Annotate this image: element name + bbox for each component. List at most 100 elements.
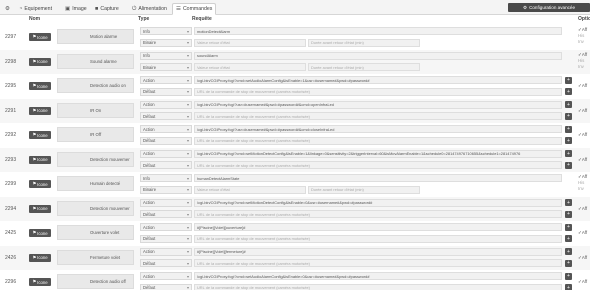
subtype-select[interactable]: Défaut [140, 259, 192, 267]
tab-capture[interactable]: ■ Capture [92, 3, 122, 15]
subtype-select[interactable]: Défaut [140, 87, 192, 96]
request-input[interactable]: /cgi-bin/CGIProxy.fcgi?cmd=setMotionDete… [194, 149, 562, 158]
advanced-config-button[interactable]: ⚙ Configuration avancée [508, 3, 590, 12]
option-show[interactable]: ✓Aff [578, 206, 587, 212]
command-name-input[interactable]: Sound alarme [57, 53, 134, 69]
option-show[interactable]: ✓Aff [578, 108, 587, 114]
option-show[interactable]: ✓Aff [578, 83, 587, 89]
subtype-select[interactable]: Défaut [140, 161, 192, 169]
add-request-button[interactable]: + [565, 272, 572, 280]
tab-image[interactable]: ▣ Image [62, 3, 90, 15]
stop-url-input[interactable]: URL de la commande de stop de mouvement … [194, 283, 562, 290]
add-stop-url-button[interactable]: + [565, 137, 572, 144]
type-select[interactable]: Action [140, 247, 192, 256]
return-state-value-input[interactable]: Valeur retour d'état [194, 38, 306, 47]
subtype-select[interactable]: Défaut [140, 210, 192, 218]
request-input[interactable]: /cgi-bin/CGIProxy.fcgi?usr=#username#&pw… [194, 125, 562, 133]
request-input[interactable]: /cgi-bin/CGIProxy.fcgi?cmd=setMotionDete… [194, 198, 562, 207]
option-historize[interactable]: His [578, 58, 584, 63]
command-name-input[interactable]: Fermeture volet [57, 249, 134, 265]
type-select[interactable]: Action [140, 223, 192, 231]
add-stop-url-button[interactable]: + [565, 235, 572, 242]
stop-url-input[interactable]: URL de la commande de stop de mouvement … [194, 210, 562, 218]
option-show[interactable]: ✓Aff [578, 132, 587, 138]
add-request-button[interactable]: + [565, 199, 572, 206]
add-request-button[interactable]: + [565, 150, 572, 157]
request-input[interactable]: #[Piscine][Volet][ouverture]# [194, 223, 562, 231]
choose-icon-button[interactable]: ⚑ Icone [29, 131, 51, 139]
choose-icon-button[interactable]: ⚑ Icone [29, 33, 51, 41]
type-select[interactable]: Action [140, 125, 192, 133]
type-select[interactable]: Info [140, 174, 192, 182]
add-stop-url-button[interactable]: + [565, 284, 572, 290]
option-invert[interactable]: Inv [578, 64, 584, 69]
option-show[interactable]: ✓Aff [578, 255, 587, 261]
choose-icon-button[interactable]: ⚑ Icone [29, 82, 51, 90]
command-name-input[interactable]: Ouverture volet [57, 225, 134, 240]
add-request-button[interactable]: + [565, 101, 572, 108]
subtype-select[interactable]: Défaut [140, 234, 192, 243]
stop-url-input[interactable]: URL de la commande de stop de mouvement … [194, 136, 562, 145]
command-name-input[interactable]: IR On [57, 102, 134, 118]
stop-url-input[interactable]: URL de la commande de stop de mouvement … [194, 87, 562, 96]
command-name-input[interactable]: Humain detecté [57, 176, 134, 191]
option-historize[interactable]: His [578, 33, 584, 38]
command-name-input[interactable]: Motion alarme [57, 29, 134, 44]
subtype-select[interactable]: Binaire [140, 38, 192, 47]
subtype-select[interactable]: Défaut [140, 112, 192, 120]
command-name-input[interactable]: IR Off [57, 127, 134, 142]
subtype-select[interactable]: Binaire [140, 63, 192, 71]
stop-url-input[interactable]: URL de la commande de stop de mouvement … [194, 161, 562, 169]
add-stop-url-button[interactable]: + [565, 112, 572, 120]
stop-url-input[interactable]: URL de la commande de stop de mouvement … [194, 112, 562, 120]
command-name-input[interactable]: Detection audio off [57, 274, 134, 289]
stop-url-input[interactable]: URL de la commande de stop de mouvement … [194, 234, 562, 243]
tab-commandes[interactable]: ☰ Commandes [172, 3, 217, 15]
tab-alimentation[interactable]: ⏻ Alimentation [129, 3, 170, 15]
choose-icon-button[interactable]: ⚑ Icone [29, 57, 51, 66]
option-invert[interactable]: Inv [578, 186, 584, 191]
add-stop-url-button[interactable]: + [565, 210, 572, 218]
return-state-duration-input[interactable]: Durée avant retour d'état (min) [308, 185, 420, 194]
stop-url-input[interactable]: URL de la commande de stop de mouvement … [194, 259, 562, 267]
request-input[interactable]: soundAlarm [194, 51, 562, 60]
request-input[interactable]: /cgi-bin/CGIProxy.fcgi?usr=#username#&pw… [194, 100, 562, 109]
command-name-input[interactable]: Detection audio on [57, 78, 134, 93]
add-request-button[interactable]: + [565, 223, 572, 231]
type-select[interactable]: Info [140, 27, 192, 35]
type-select[interactable]: Action [140, 100, 192, 109]
choose-icon-button[interactable]: ⚑ Icone [29, 180, 51, 188]
tab-equipement[interactable]: ◔ Equipement [16, 3, 55, 15]
request-input[interactable]: humanDetectAlarmState [194, 174, 562, 182]
add-request-button[interactable]: + [565, 125, 572, 133]
choose-icon-button[interactable]: ⚑ Icone [29, 155, 51, 164]
subtype-select[interactable]: Défaut [140, 136, 192, 145]
request-input[interactable]: motionDetectAlarm [194, 27, 562, 35]
command-name-input[interactable]: Detection mouvemer [57, 151, 134, 167]
subtype-select[interactable]: Défaut [140, 283, 192, 290]
choose-icon-button[interactable]: ⚑ Icone [29, 278, 51, 286]
return-state-duration-input[interactable]: Durée avant retour d'état (min) [308, 63, 420, 71]
type-select[interactable]: Action [140, 272, 192, 280]
request-input[interactable]: /cgi-bin/CGIProxy.fcgi?cmd=setAudioAlarm… [194, 272, 562, 280]
add-request-button[interactable]: + [565, 76, 572, 84]
choose-icon-button[interactable]: ⚑ Icone [29, 229, 51, 237]
request-input[interactable]: #[Piscine][Volet][fermeture]# [194, 247, 562, 256]
option-show[interactable]: ✓Aff [578, 230, 587, 236]
command-name-input[interactable]: Detection mouvemer [57, 200, 134, 216]
choose-icon-button[interactable]: ⚑ Icone [29, 204, 51, 213]
type-select[interactable]: Action [140, 76, 192, 84]
option-show[interactable]: ✓Aff [578, 157, 587, 163]
tab-back[interactable]: ⚙ [2, 3, 13, 15]
option-invert[interactable]: Inv [578, 39, 584, 44]
option-historize[interactable]: His [578, 180, 584, 185]
add-stop-url-button[interactable]: + [565, 259, 572, 267]
choose-icon-button[interactable]: ⚑ Icone [29, 106, 51, 115]
type-select[interactable]: Action [140, 198, 192, 207]
request-input[interactable]: /cgi-bin/CGIProxy.fcgi?cmd=setAudioAlarm… [194, 76, 562, 84]
choose-icon-button[interactable]: ⚑ Icone [29, 253, 51, 262]
type-select[interactable]: Info [140, 51, 192, 60]
add-stop-url-button[interactable]: + [565, 88, 572, 95]
return-state-value-input[interactable]: Valeur retour d'état [194, 63, 306, 71]
type-select[interactable]: Action [140, 149, 192, 158]
